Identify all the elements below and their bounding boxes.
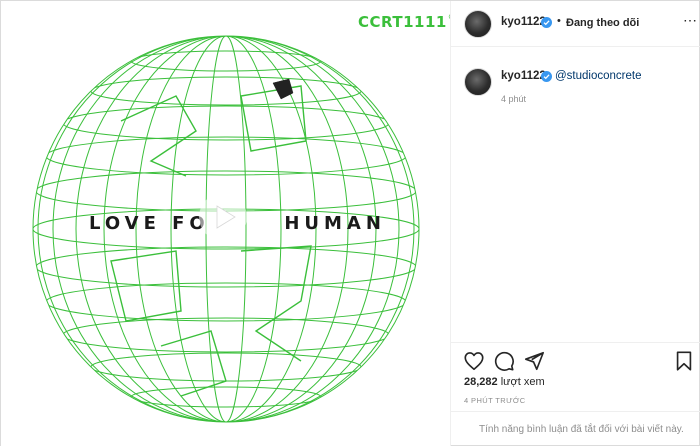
heart-icon xyxy=(464,352,484,371)
action-bar xyxy=(451,342,700,374)
caption-username[interactable]: kyo1122 xyxy=(501,70,546,82)
avatar[interactable] xyxy=(464,10,492,38)
post-video[interactable]: CCRT1111® LOVE FO HUMAN xyxy=(1,1,451,446)
separator-dot: • xyxy=(557,15,561,27)
more-icon[interactable]: ⋯ xyxy=(683,12,698,29)
comment-icon xyxy=(494,351,514,371)
post-header: kyo1122 • Đang theo dõi ⋯ xyxy=(451,1,700,47)
avatar[interactable] xyxy=(464,68,492,96)
play-button[interactable] xyxy=(199,193,247,241)
comments-disabled-text: Tính năng bình luận đã tắt đối với bài v… xyxy=(479,424,684,435)
header-username[interactable]: kyo1122 xyxy=(501,16,546,28)
like-button[interactable] xyxy=(463,350,485,372)
bookmark-icon xyxy=(676,351,692,371)
brand-logo: CCRT1111® xyxy=(358,13,450,31)
caption-time[interactable]: 4 phút xyxy=(501,94,526,104)
instagram-post: CCRT1111® LOVE FO HUMAN kyo1122 • Đang t… xyxy=(0,0,700,446)
mention-link[interactable]: @studioconcrete xyxy=(555,70,641,82)
play-icon xyxy=(199,193,247,241)
comments-disabled-bar: Tính năng bình luận đã tắt đối với bài v… xyxy=(451,411,700,446)
share-icon xyxy=(524,351,544,371)
caption: kyo1122 @studioconcrete 4 phút xyxy=(451,47,700,339)
view-count[interactable]: 28,282 lượt xem xyxy=(464,376,545,388)
verified-badge-icon xyxy=(541,17,552,28)
share-button[interactable] xyxy=(523,350,545,372)
save-button[interactable] xyxy=(673,350,695,372)
posted-timestamp[interactable]: 4 PHÚT TRƯỚC xyxy=(464,396,526,405)
following-button[interactable]: Đang theo dõi xyxy=(566,17,639,29)
verified-badge-icon xyxy=(541,71,552,82)
comment-button[interactable] xyxy=(493,350,515,372)
post-sidebar: kyo1122 • Đang theo dõi ⋯ kyo1122 @studi… xyxy=(451,1,700,446)
